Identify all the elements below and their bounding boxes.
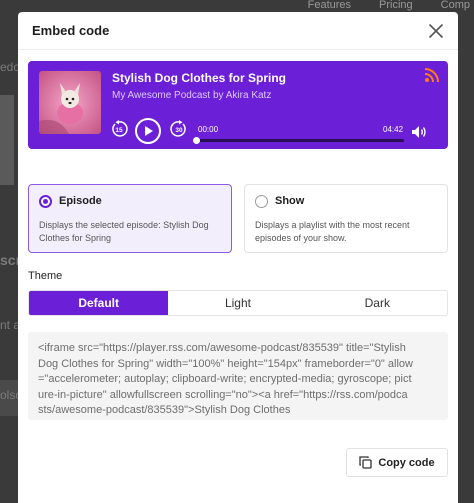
- background-fragment: nt a: [0, 318, 21, 332]
- episode-cover-image: [39, 71, 101, 134]
- close-button[interactable]: [426, 21, 446, 41]
- background-nav-pricing: Pricing: [379, 0, 413, 11]
- rss-icon[interactable]: [424, 67, 440, 83]
- svg-text:15: 15: [115, 127, 123, 134]
- theme-dark-button[interactable]: Dark: [308, 291, 447, 315]
- progress-knob[interactable]: [193, 137, 200, 144]
- total-time: 04:42: [383, 125, 404, 134]
- episode-title: Stylish Dog Clothes for Spring: [112, 71, 287, 85]
- copy-code-label: Copy code: [378, 456, 435, 469]
- modal-title: Embed code: [32, 23, 110, 38]
- theme-selector: Default Light Dark: [28, 290, 448, 316]
- theme-light-button[interactable]: Light: [168, 291, 307, 315]
- rewind-15-icon: 15: [112, 120, 128, 137]
- background-nav-comp: Comp: [440, 0, 470, 11]
- volume-icon: [412, 126, 426, 138]
- background-fragment: edc: [0, 60, 20, 74]
- background-nav: Features Pricing Comp: [308, 0, 474, 12]
- option-episode[interactable]: Episode Displays the selected episode: S…: [28, 184, 232, 253]
- rewind-15-button[interactable]: 15: [110, 120, 128, 138]
- forward-30-icon: 30: [170, 120, 186, 137]
- background-nav-features: Features: [307, 0, 352, 11]
- copy-code-button[interactable]: Copy code: [346, 448, 448, 477]
- volume-button[interactable]: [410, 124, 428, 140]
- current-time: 00:00: [198, 125, 219, 134]
- copy-icon: [359, 456, 373, 469]
- option-episode-label: Episode: [59, 195, 102, 207]
- progress-bar[interactable]: [193, 137, 404, 144]
- embed-code-box[interactable]: <iframe src="https://player.rss.com/awes…: [28, 332, 448, 420]
- player-preview: Stylish Dog Clothes for Spring My Awesom…: [28, 61, 448, 149]
- episode-radio[interactable]: [39, 195, 52, 208]
- option-episode-description: Displays the selected episode: Stylish D…: [39, 220, 209, 243]
- podcast-author-line: My Awesome Podcast by Akira Katz: [112, 90, 272, 101]
- option-show-label: Show: [275, 195, 305, 207]
- svg-text:30: 30: [175, 127, 183, 134]
- embed-code-text[interactable]: <iframe src="https://player.rss.com/awes…: [38, 341, 413, 419]
- close-icon: [429, 23, 443, 38]
- show-radio[interactable]: [255, 195, 268, 208]
- play-icon: [145, 126, 153, 136]
- modal-header: Embed code: [18, 12, 458, 50]
- option-show[interactable]: Show Displays a playlist with the most r…: [244, 184, 448, 253]
- theme-default-button[interactable]: Default: [29, 291, 169, 315]
- background-thumbnail: [0, 95, 14, 185]
- theme-label: Theme: [28, 270, 63, 282]
- embed-code-modal: Embed code Stylish Dog Clothes for Sprin…: [18, 12, 458, 503]
- option-show-description: Displays a playlist with the most recent…: [255, 220, 410, 243]
- forward-30-button[interactable]: 30: [170, 120, 188, 138]
- play-button[interactable]: [135, 118, 161, 144]
